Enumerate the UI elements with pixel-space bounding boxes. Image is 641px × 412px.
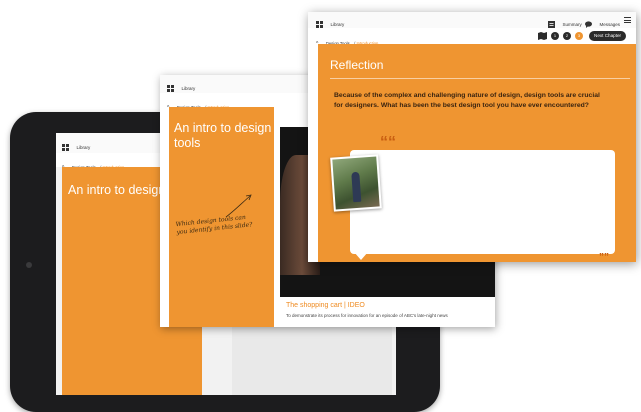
library-label[interactable]: Library	[76, 145, 90, 150]
grid-icon[interactable]	[62, 144, 69, 152]
grid-icon[interactable]	[167, 85, 174, 93]
next-chapter-button[interactable]: Next Chapter	[589, 31, 627, 41]
answer-textarea[interactable]	[350, 150, 615, 254]
note-arrow	[225, 194, 252, 218]
quote-close-icon: ””	[599, 252, 609, 262]
user-photo	[330, 154, 382, 212]
library-label[interactable]: Library	[330, 22, 344, 27]
front-topbar: Library Summary Messages	[308, 12, 636, 29]
map-icon[interactable]	[538, 32, 547, 40]
photo-person	[351, 171, 362, 203]
breadcrumb: ^ Design Tools / Introduction 1 2 3 Next…	[308, 28, 636, 47]
video-title[interactable]: The shopping cart | IDEO	[286, 302, 365, 309]
content-area	[232, 323, 392, 395]
reflection-question: Because of the complex and challenging n…	[334, 92, 600, 109]
front-window: Library Summary Messages ^ Design Tools …	[308, 12, 636, 262]
step-dot-2[interactable]: 2	[563, 32, 571, 40]
tablet-home-button	[26, 262, 32, 268]
intro-title: An intro to design tools	[174, 121, 272, 150]
reflection-heading: Reflection	[330, 58, 384, 72]
step-dot-1[interactable]: 1	[551, 32, 559, 40]
library-label[interactable]: Library	[181, 86, 195, 91]
menu-icon[interactable]	[624, 17, 631, 24]
heading-divider	[330, 78, 630, 79]
messages-link[interactable]: Messages	[599, 22, 620, 27]
video-description: To demonstrate its process for innovatio…	[286, 313, 448, 318]
summary-link[interactable]: Summary	[562, 22, 581, 27]
step-dot-3[interactable]: 3	[575, 32, 583, 40]
speech-bubble-tail	[354, 252, 368, 260]
